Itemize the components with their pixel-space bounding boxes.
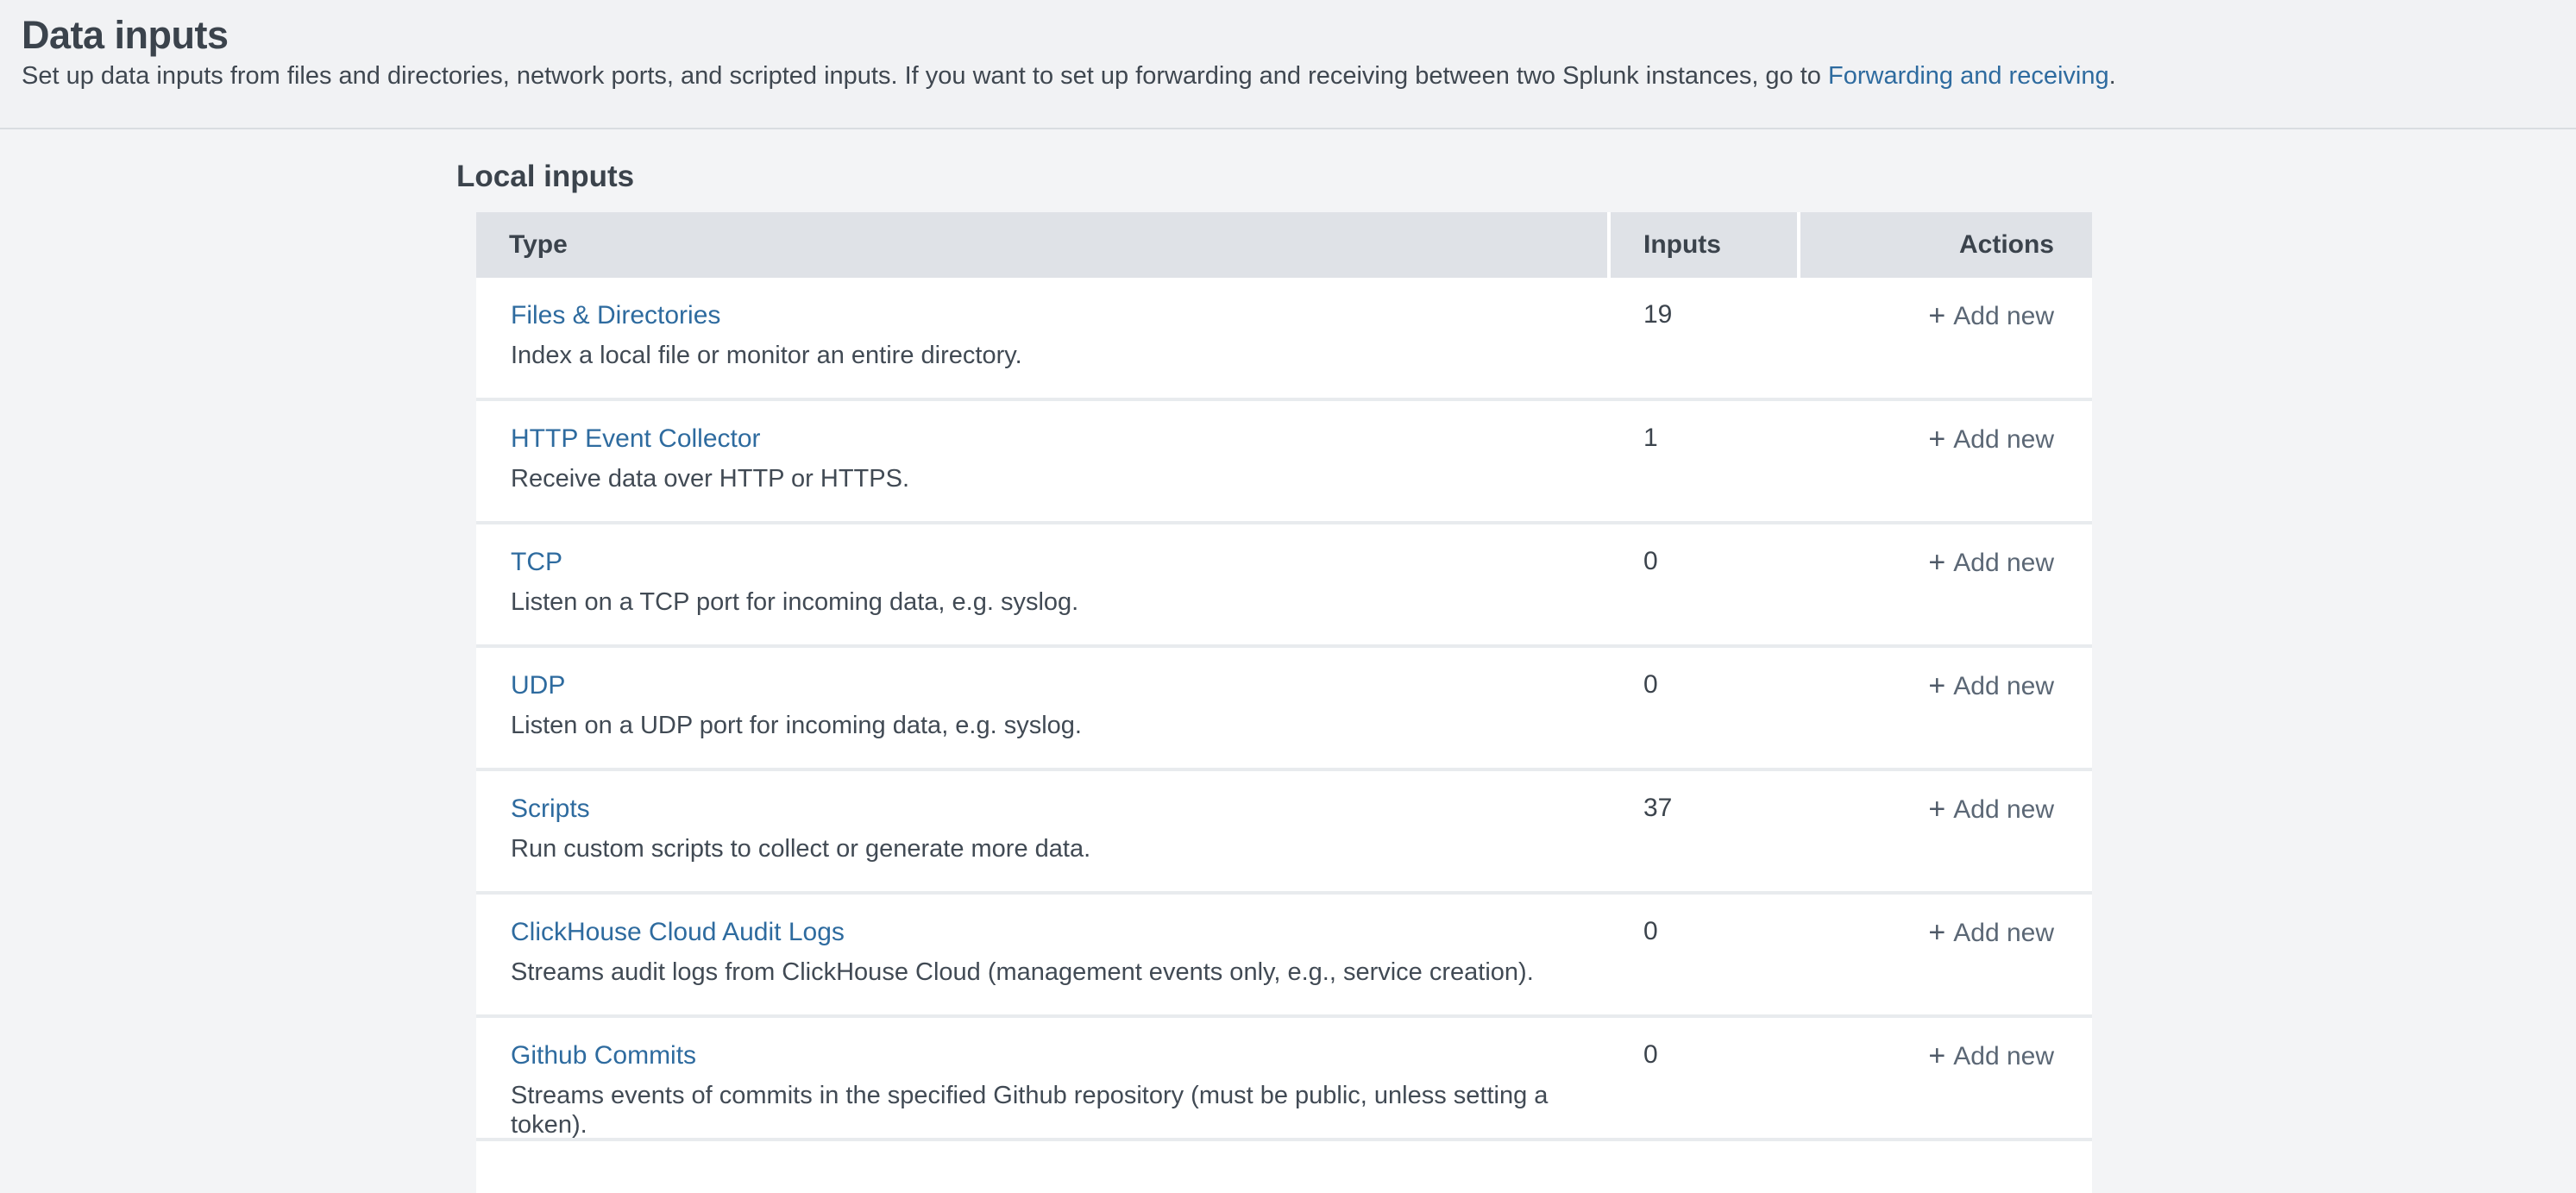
subtitle-text-after-link: . (2109, 62, 2116, 90)
table-row: Scripts Run custom scripts to collect or… (476, 771, 2092, 895)
subtitle-text-before-link: Set up data inputs from files and direct… (22, 62, 1828, 90)
forwarding-and-receiving-link[interactable]: Forwarding and receiving (1828, 62, 2109, 90)
add-new-label: Add new (1953, 795, 2054, 824)
table-row: UDP Listen on a UDP port for incoming da… (476, 648, 2092, 771)
input-type-description: Run custom scripts to collect or generat… (511, 834, 1607, 863)
actions-cell: + Add new (1800, 401, 2092, 521)
column-header-inputs: Inputs (1611, 212, 1797, 278)
add-new-link[interactable]: + Add new (1928, 425, 2054, 454)
add-new-link[interactable]: + Add new (1928, 672, 2054, 700)
column-header-actions: Actions (1800, 212, 2092, 278)
input-type-link[interactable]: HTTP Event Collector (511, 424, 761, 453)
add-new-link[interactable]: + Add new (1928, 302, 2054, 330)
type-cell: Scripts Run custom scripts to collect or… (476, 771, 1607, 891)
add-new-link[interactable]: + Add new (1928, 795, 2054, 824)
page-header: Data inputs Set up data inputs from file… (0, 0, 2576, 129)
input-type-link[interactable]: Github Commits (511, 1041, 696, 1070)
add-new-link[interactable]: + Add new (1928, 1042, 2054, 1071)
actions-cell: + Add new (1800, 895, 2092, 1014)
table-row: ClickHouse Cloud Audit Logs Streams audi… (476, 895, 2092, 1018)
table-row: Github Commits Streams events of commits… (476, 1018, 2092, 1141)
plus-icon: + (1928, 299, 1945, 332)
table-body: Files & Directories Index a local file o… (476, 278, 2092, 1141)
table-header-row: Type Inputs Actions (476, 212, 2092, 278)
input-type-link[interactable]: TCP (511, 548, 562, 576)
next-row-partial (476, 1141, 2092, 1193)
inputs-count: 1 (1611, 401, 1797, 521)
actions-cell: + Add new (1800, 1018, 2092, 1138)
inputs-count: 0 (1611, 648, 1797, 768)
plus-icon: + (1928, 793, 1945, 826)
type-cell: TCP Listen on a TCP port for incoming da… (476, 524, 1607, 644)
actions-cell: + Add new (1800, 278, 2092, 398)
actions-cell: + Add new (1800, 648, 2092, 768)
inputs-count: 37 (1611, 771, 1797, 891)
input-type-description: Streams audit logs from ClickHouse Cloud… (511, 958, 1607, 987)
input-type-description: Index a local file or monitor an entire … (511, 341, 1607, 370)
table-row: TCP Listen on a TCP port for incoming da… (476, 524, 2092, 648)
plus-icon: + (1928, 916, 1945, 949)
main-content: Local inputs Type Inputs Actions Files &… (0, 129, 2576, 1193)
add-new-label: Add new (1953, 919, 2054, 947)
plus-icon: + (1928, 1039, 1945, 1072)
type-cell: Files & Directories Index a local file o… (476, 278, 1607, 398)
inputs-count: 0 (1611, 895, 1797, 1014)
column-header-type: Type (476, 212, 1607, 278)
add-new-label: Add new (1953, 549, 2054, 577)
type-cell: UDP Listen on a UDP port for incoming da… (476, 648, 1607, 768)
inputs-count: 0 (1611, 1018, 1797, 1138)
input-type-link[interactable]: Files & Directories (511, 301, 720, 330)
type-cell: HTTP Event Collector Receive data over H… (476, 401, 1607, 521)
input-type-link[interactable]: ClickHouse Cloud Audit Logs (511, 918, 845, 946)
page-title: Data inputs (22, 13, 2541, 58)
actions-cell: + Add new (1800, 524, 2092, 644)
type-cell: ClickHouse Cloud Audit Logs Streams audi… (476, 895, 1607, 1014)
input-type-description: Streams events of commits in the specifi… (511, 1081, 1607, 1140)
add-new-label: Add new (1953, 425, 2054, 454)
input-type-link[interactable]: Scripts (511, 794, 590, 823)
local-inputs-table: Type Inputs Actions Files & Directories … (476, 212, 2092, 1193)
type-cell: Github Commits Streams events of commits… (476, 1018, 1607, 1138)
actions-cell: + Add new (1800, 771, 2092, 891)
add-new-label: Add new (1953, 302, 2054, 330)
local-inputs-heading: Local inputs (456, 159, 2576, 195)
input-type-link[interactable]: UDP (511, 671, 565, 700)
add-new-label: Add new (1953, 672, 2054, 700)
plus-icon: + (1928, 669, 1945, 702)
plus-icon: + (1928, 423, 1945, 455)
add-new-link[interactable]: + Add new (1928, 549, 2054, 577)
table-row: HTTP Event Collector Receive data over H… (476, 401, 2092, 524)
add-new-label: Add new (1953, 1042, 2054, 1071)
input-type-description: Listen on a UDP port for incoming data, … (511, 711, 1607, 740)
input-type-description: Listen on a TCP port for incoming data, … (511, 587, 1607, 617)
add-new-link[interactable]: + Add new (1928, 919, 2054, 947)
input-type-description: Receive data over HTTP or HTTPS. (511, 464, 1607, 493)
page-subtitle: Set up data inputs from files and direct… (22, 60, 2541, 91)
inputs-count: 19 (1611, 278, 1797, 398)
plus-icon: + (1928, 546, 1945, 579)
table-row: Files & Directories Index a local file o… (476, 278, 2092, 401)
inputs-count: 0 (1611, 524, 1797, 644)
